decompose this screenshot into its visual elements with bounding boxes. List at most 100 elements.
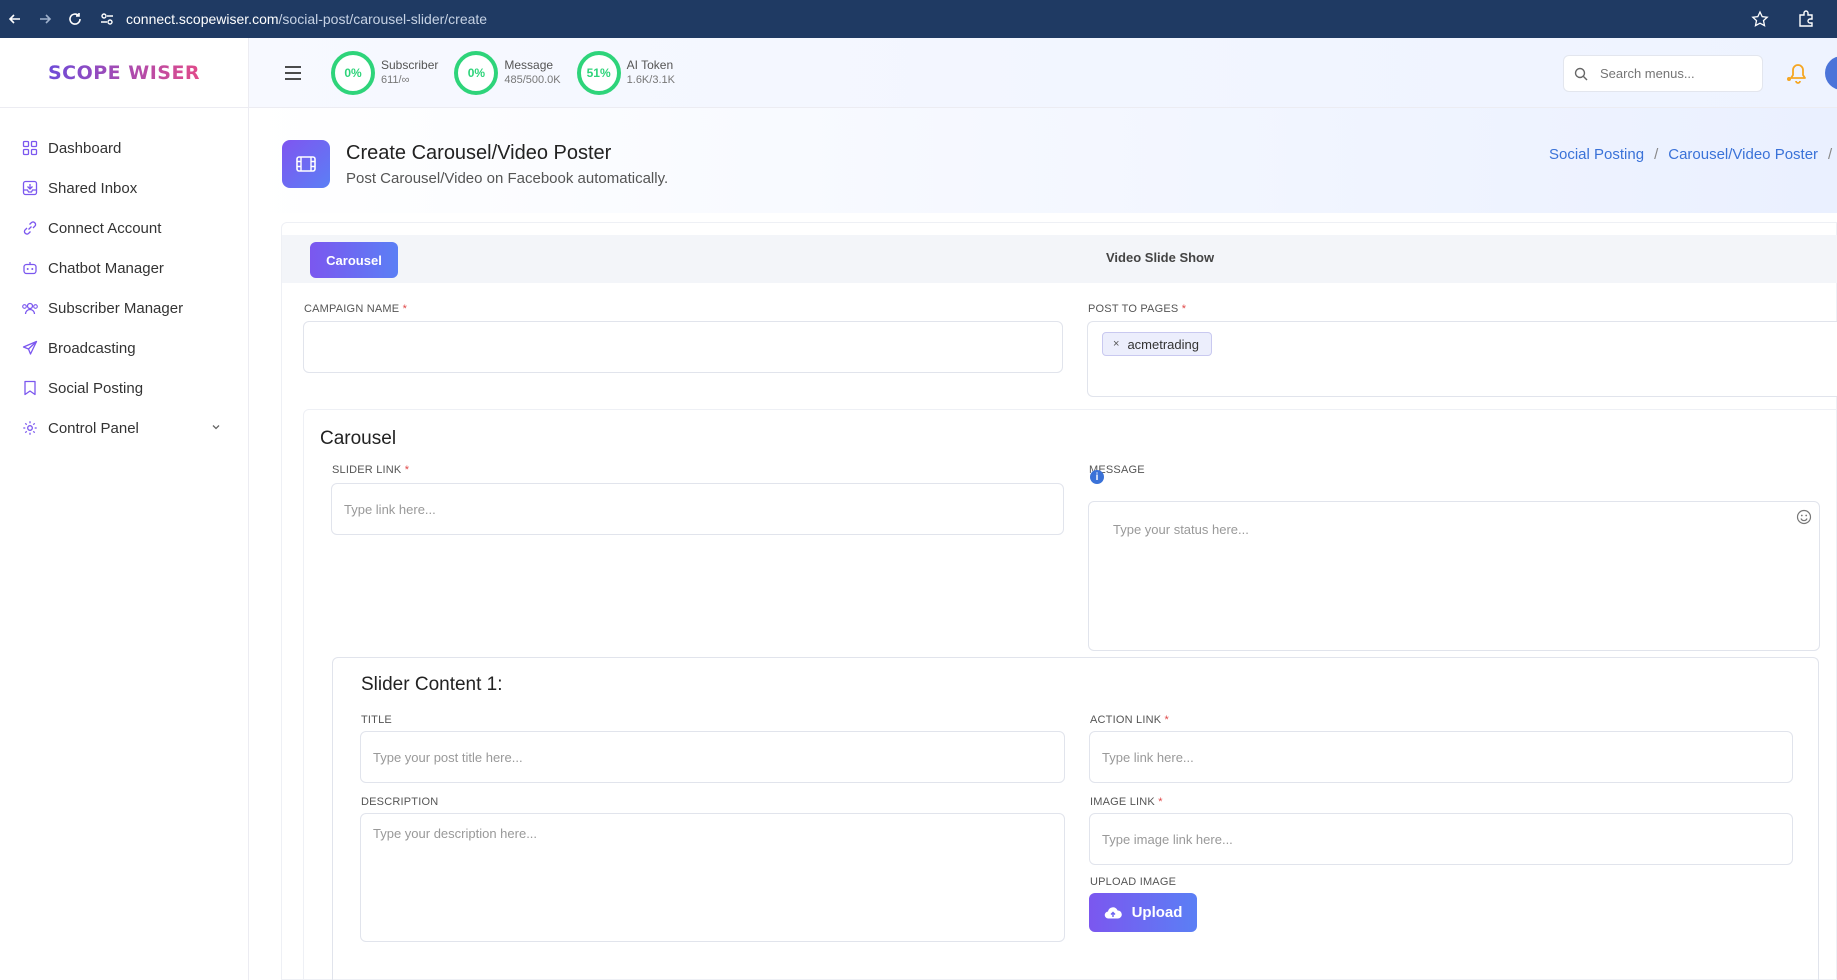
sidebar-item-dashboard[interactable]: Dashboard <box>0 128 248 168</box>
browser-bar: connect.scopewiser.com/social-post/carou… <box>0 0 1837 38</box>
breadcrumb-link-carousel-video-poster[interactable]: Carousel/Video Poster <box>1668 146 1818 163</box>
sidebar-item-label: Broadcasting <box>48 339 136 357</box>
logo[interactable]: SCOPE WISER <box>0 38 248 108</box>
carousel-section-title: Carousel <box>320 428 397 449</box>
breadcrumb-separator: / <box>1828 146 1833 163</box>
upload-button-label: Upload <box>1131 904 1183 921</box>
info-icon[interactable]: i <box>1090 470 1104 484</box>
search-icon <box>1574 65 1592 83</box>
slider-link-label: SLIDER LINK * <box>332 464 409 476</box>
required-mark: * <box>402 303 408 315</box>
description-label: DESCRIPTION <box>361 796 439 808</box>
label-text: CAMPAIGN NAME <box>304 303 400 315</box>
required-mark: * <box>1158 796 1163 808</box>
tab-bar: Carousel Video Slide Show <box>282 235 1837 283</box>
emoji-icon[interactable] <box>1796 509 1812 525</box>
title-input[interactable] <box>360 731 1065 783</box>
url-text[interactable]: connect.scopewiser.com/social-post/carou… <box>126 11 487 27</box>
sidebar-item-control-panel[interactable]: Control Panel <box>0 408 248 448</box>
url-host: connect.scopewiser.com <box>126 11 279 27</box>
sidebar-item-shared-inbox[interactable]: Shared Inbox <box>0 168 248 208</box>
campaign-name-input[interactable] <box>303 321 1063 373</box>
stat-label: Subscriber <box>381 57 439 72</box>
label-text: IMAGE LINK <box>1090 796 1155 808</box>
back-icon[interactable] <box>0 4 30 34</box>
search-box <box>1563 55 1763 92</box>
carousel-section: Carousel SLIDER LINK * MESSAGE i Slider … <box>303 409 1837 980</box>
post-to-pages-select[interactable]: × acmetrading <box>1087 321 1837 397</box>
slider-link-input[interactable] <box>331 483 1064 535</box>
form-card: Carousel Video Slide Show CAMPAIGN NAME … <box>281 222 1837 980</box>
stat-ring: 0% <box>454 50 499 95</box>
image-link-input[interactable] <box>1089 813 1793 865</box>
page-title: Create Carousel/Video Poster <box>346 142 612 164</box>
avatar[interactable] <box>1825 56 1837 90</box>
sidebar-item-connect-account[interactable]: Connect Account <box>0 208 248 248</box>
notification-bell-icon[interactable] <box>1785 60 1811 86</box>
stat-message: 0% Message 485/500.0K <box>454 50 561 95</box>
upload-button[interactable]: Upload <box>1089 893 1197 932</box>
tab-video-slide-show[interactable]: Video Slide Show <box>1106 250 1214 265</box>
gear-icon <box>20 418 40 438</box>
extensions-icon[interactable] <box>1791 4 1821 34</box>
post-to-pages-label: POST TO PAGES * <box>1088 303 1186 315</box>
stat-ring: 51% <box>576 50 621 95</box>
breadcrumb-link-social-posting[interactable]: Social Posting <box>1549 146 1644 163</box>
hamburger-menu-icon[interactable] <box>281 61 305 85</box>
label-text: ACTION LINK <box>1090 714 1162 726</box>
title-label: TITLE <box>361 714 392 726</box>
sidebar-item-label: Dashboard <box>48 139 122 157</box>
breadcrumb-separator: / <box>1654 146 1659 163</box>
tab-carousel[interactable]: Carousel <box>310 242 398 278</box>
bookmark-icon <box>20 378 40 398</box>
users-icon <box>20 298 40 318</box>
sidebar: SCOPE WISER Dashboard Shared Inbox Conne… <box>0 38 249 980</box>
stat-subscriber: 0% Subscriber 611/∞ <box>331 50 439 95</box>
site-settings-icon[interactable] <box>96 8 118 30</box>
sidebar-item-chatbot-manager[interactable]: Chatbot Manager <box>0 248 248 288</box>
url-path: /social-post/carousel-slider/create <box>278 11 488 27</box>
action-link-label: ACTION LINK * <box>1090 714 1169 726</box>
slider-content-title: Slider Content 1: <box>361 674 503 695</box>
page-tag: × acmetrading <box>1102 332 1212 356</box>
image-link-label: IMAGE LINK * <box>1090 796 1163 808</box>
remove-tag-icon[interactable]: × <box>1113 338 1119 350</box>
stat-ring: 0% <box>331 50 375 95</box>
stat-label: AI Token <box>626 57 674 72</box>
sidebar-item-label: Control Panel <box>48 419 139 437</box>
address-bar[interactable]: connect.scopewiser.com/social-post/carou… <box>96 4 487 34</box>
breadcrumb: Social Posting / Carousel/Video Poster /… <box>1549 146 1837 163</box>
sidebar-item-social-posting[interactable]: Social Posting <box>0 368 248 408</box>
sidebar-item-label: Subscriber Manager <box>48 299 184 317</box>
label-text: SLIDER LINK <box>332 464 402 476</box>
search-input[interactable] <box>1600 66 1750 81</box>
sidebar-item-label: Chatbot Manager <box>48 259 164 277</box>
page-subtitle: Post Carousel/Video on Facebook automati… <box>346 170 669 187</box>
stat-value: 611/∞ <box>381 73 410 86</box>
upload-image-label: UPLOAD IMAGE <box>1090 876 1177 888</box>
required-mark: * <box>1181 303 1187 315</box>
logo-text: SCOPE WISER <box>47 61 201 84</box>
stat-value: 485/500.0K <box>504 73 561 86</box>
film-icon <box>282 140 330 188</box>
bookmark-star-icon[interactable] <box>1745 4 1775 34</box>
stat-label: Message <box>504 57 554 72</box>
inbox-icon <box>20 178 40 198</box>
sidebar-item-subscriber-manager[interactable]: Subscriber Manager <box>0 288 248 328</box>
required-mark: * <box>1164 714 1170 726</box>
link-icon <box>20 218 40 238</box>
message-textarea[interactable] <box>1088 501 1820 651</box>
top-header: 0% Subscriber 611/∞ 0% Message 485/500.0… <box>249 38 1837 108</box>
sidebar-menu: Dashboard Shared Inbox Connect Account C… <box>0 108 248 448</box>
description-textarea[interactable] <box>360 813 1065 942</box>
action-link-input[interactable] <box>1089 731 1793 783</box>
required-mark: * <box>404 464 410 476</box>
reload-icon[interactable] <box>60 4 90 34</box>
stat-ai-token: 51% AI Token 1.6K/3.1K <box>576 50 675 95</box>
page-tag-label: acmetrading <box>1127 336 1199 352</box>
forward-icon[interactable] <box>30 4 60 34</box>
chevron-down-icon[interactable] <box>210 420 222 437</box>
stat-value: 1.6K/3.1K <box>626 73 675 86</box>
sidebar-item-label: Social Posting <box>48 379 144 397</box>
sidebar-item-broadcasting[interactable]: Broadcasting <box>0 328 248 368</box>
